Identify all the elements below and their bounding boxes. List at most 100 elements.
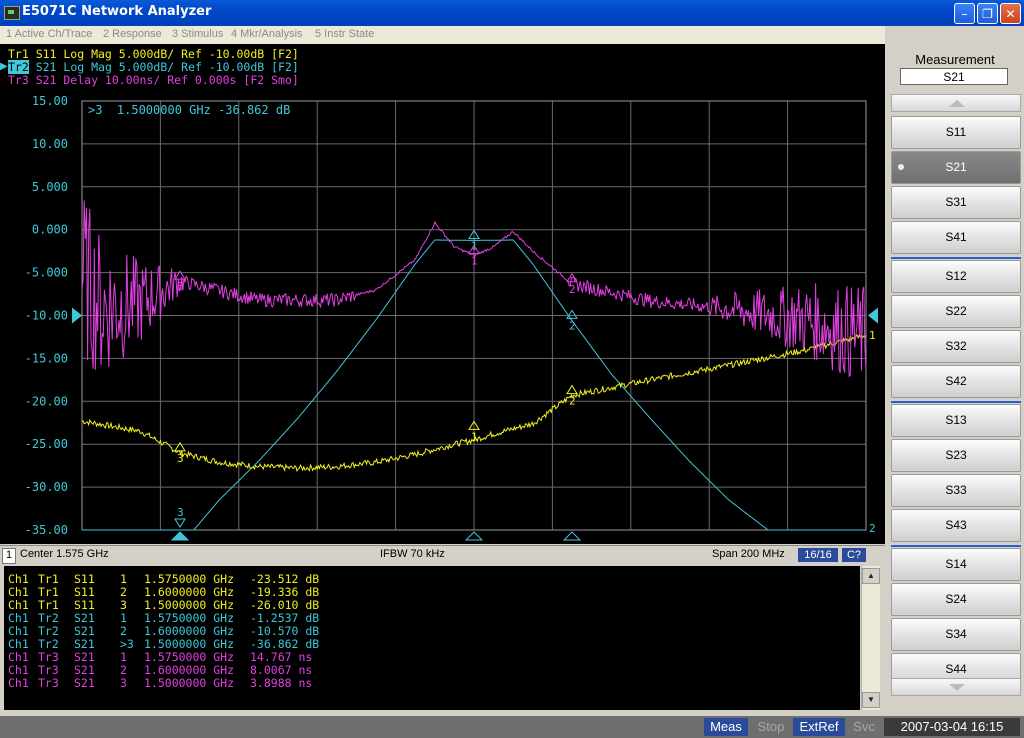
softkey-label: S32 [945,339,967,353]
softkey-scroll-up-button[interactable] [891,94,1021,112]
extref-indicator: ExtRef [793,718,845,736]
y-tick-label: -20.00 [25,394,68,408]
menu-bar: 1 Active Ch/Trace 2 Response 3 Stimulus … [0,26,885,44]
marker-triangle [566,309,578,319]
span-value[interactable]: Span 200 MHz [712,548,785,560]
active-marker-readout: >3 1.5000000 GHz -36.862 dB [88,103,291,117]
marker-cell-ch: Ch1 [8,676,29,690]
meas-indicator: Meas [704,718,748,736]
menu-stimulus[interactable]: 3 Stimulus [172,28,223,40]
plot-grid [81,100,867,531]
softkey-s31[interactable]: S31 [891,186,1021,219]
title-bar: E5071C Network Analyzer – ❐ ✕ [0,0,1024,26]
y-tick-label: 0.000 [32,223,68,237]
softkey-label: S12 [945,269,967,283]
softkey-group-divider [891,257,1021,259]
legend-tr1-text: Tr1 S11 Log Mag 5.000dB/ Ref -10.00dB [F… [8,47,299,61]
softkey-label: S42 [945,374,967,388]
softkey-s23[interactable]: S23 [891,439,1021,472]
softkey-s12[interactable]: S12 [891,260,1021,293]
marker-triangle [174,518,186,528]
analyzer-app-icon [4,6,20,20]
softkey-s24[interactable]: S24 [891,583,1021,616]
softkey-group-divider [891,545,1021,547]
ifbw-value[interactable]: IFBW 70 kHz [380,548,445,560]
close-icon: ✕ [1005,7,1016,21]
date-time: 2007-03-04 16:15 [884,718,1020,736]
restore-button[interactable]: ❐ [977,3,998,24]
marker-tr1-2: 2 [566,384,578,408]
softkey-s42[interactable]: S42 [891,365,1021,398]
softkey-label: S33 [945,483,967,497]
legend-tr3[interactable]: Tr3 S21 Delay 10.00ns/ Ref 0.000s [F2 Sm… [8,74,299,87]
softkey-label: S31 [945,195,967,209]
softkey-label: S11 [945,125,967,139]
channel-number[interactable]: 1 [2,548,16,564]
scroll-down-button[interactable]: ▼ [862,692,880,708]
softkey-s13[interactable]: S13 [891,404,1021,437]
marker-table-panel: Ch1 Tr1 S11 1 1.5750000 GHz -23.512 dB Ch1 Tr1 S… [4,566,860,710]
minimize-button[interactable]: – [954,3,975,24]
softkey-label: S34 [945,627,967,641]
softkey-s41[interactable]: S41 [891,221,1021,254]
softkey-s11[interactable]: S11 [891,116,1021,149]
marker-label: 2 [569,395,576,408]
softkey-label: S22 [945,304,967,318]
legend-tr2-text: Tr2 S21 Log Mag 5.000dB/ Ref -10.00dB [F… [8,60,299,74]
stimulus-marker-icon [562,531,582,541]
y-tick-label: -15.00 [25,351,68,365]
trace-legend: Tr1 S11 Log Mag 5.000dB/ Ref -10.00dB [F… [8,48,299,113]
menu-active-ch-trace[interactable]: 1 Active Ch/Trace [6,28,92,40]
trace-plot[interactable]: 15.00 10.00 5.000 0.000 -5.000 -10.00 -15.00 -2… [0,44,885,544]
marker-tr3-3: 3 [174,270,186,293]
averaging-count-badge: 16/16 [798,548,838,562]
channel-status-bar: 1 Center 1.575 GHz IFBW 70 kHz Span 200 … [0,545,885,564]
active-trace-highlight: Tr2 [8,60,29,74]
stimulus-marker-icon [464,531,484,541]
radio-selected-icon [898,164,904,170]
marker-triangle [566,384,578,395]
softkey-s22[interactable]: S22 [891,295,1021,328]
marker-tr1-3: 3 [174,441,186,465]
y-tick-label: -5.000 [25,266,68,280]
menu-mkr-analysis[interactable]: 4 Mkr/Analysis [231,28,303,40]
softkey-scroll-down-button[interactable] [891,678,1021,696]
softkey-s34[interactable]: S34 [891,618,1021,651]
y-tick-label: -35.00 [25,523,68,537]
triangle-down-icon: ▼ [867,695,875,704]
softkey-s33[interactable]: S33 [891,474,1021,507]
menu-instr-state[interactable]: 5 Instr State [315,28,374,40]
marker-label: 1 [471,430,478,443]
menu-response[interactable]: 2 Response [103,28,162,40]
svc-indicator: Svc [853,719,875,734]
marker-table-scrollbar[interactable]: ▲ ▼ [861,566,880,710]
ref-level-right-icon [868,307,878,324]
marker-cell-freq: 1.5000000 GHz [144,676,235,690]
softkey-s14[interactable]: S14 [891,548,1021,581]
close-button[interactable]: ✕ [1000,3,1021,24]
window-title: E5071C Network Analyzer [22,4,212,19]
softkey-s43[interactable]: S43 [891,509,1021,542]
marker-cell-val: 3.8988 ns [250,676,313,690]
measurement-screen[interactable]: 15.00 10.00 5.000 0.000 -5.000 -10.00 -15.00 -2… [0,44,885,544]
softkey-s21[interactable]: S21 [891,151,1021,184]
softkey-menu-title: Measurement [915,52,995,67]
calibration-status-badge: C? [842,548,866,562]
marker-cell-mk: 3 [120,676,127,690]
stop-indicator: Stop [757,719,785,734]
y-tick-label: 15.00 [32,94,68,108]
softkey-label: S41 [945,230,967,244]
tr2-end-label: 2 [869,522,876,535]
center-frequency[interactable]: Center 1.575 GHz [20,548,109,560]
triangle-up-icon: ▲ [867,571,875,580]
marker-cell-param: S21 [74,676,95,690]
marker-label: 3 [177,280,184,293]
active-trace-pointer-icon: ▶ [0,61,8,72]
marker-cell-tr: Tr3 [38,676,59,690]
marker-label: 2 [569,319,576,332]
scroll-up-button[interactable]: ▲ [862,568,880,584]
softkey-s32[interactable]: S32 [891,330,1021,363]
marker-tr2-3: 3 [174,506,186,528]
y-tick-label: 5.000 [32,180,68,194]
softkey-label: S13 [945,413,967,427]
